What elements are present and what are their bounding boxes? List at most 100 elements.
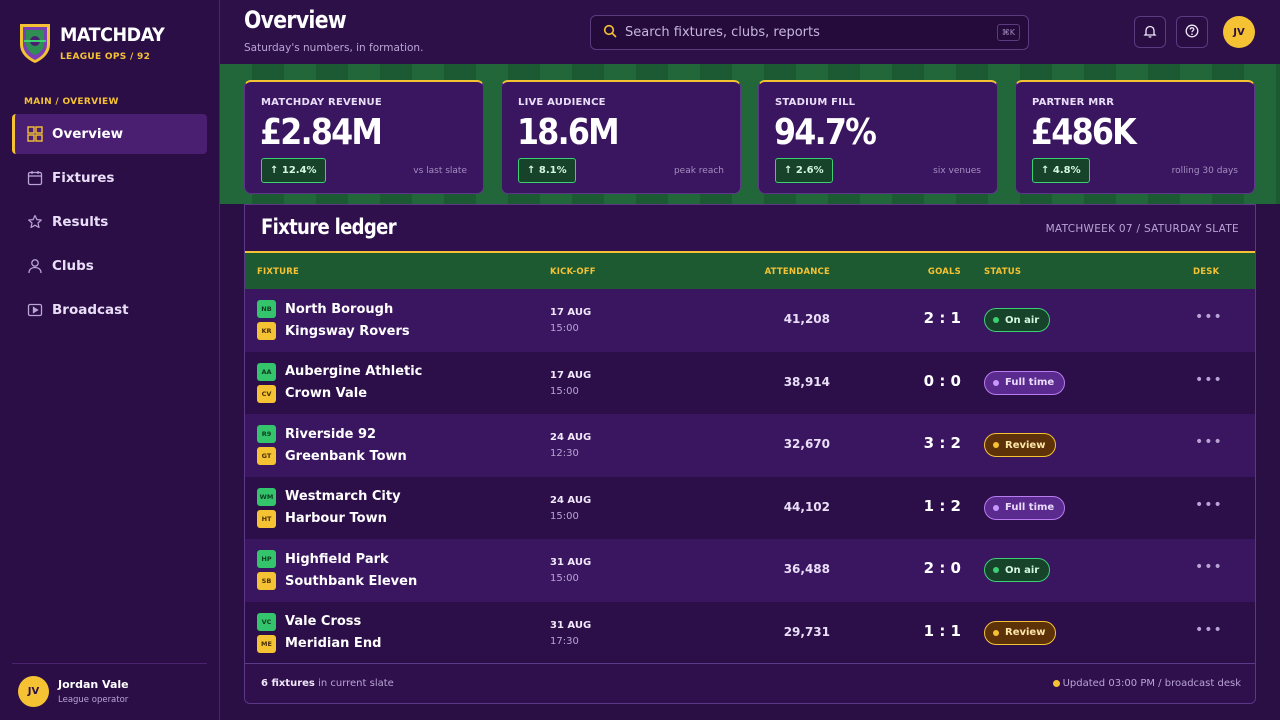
status-label: On air (1005, 564, 1040, 576)
score: 2 : 0 (923, 559, 961, 577)
sidebar-item-label: Fixtures (52, 170, 115, 186)
sidebar-item-clubs[interactable]: Clubs (12, 246, 207, 286)
kpi-delta-badge: ↑ 12.4% (261, 158, 326, 183)
more-options-icon[interactable]: ••• (1195, 434, 1223, 450)
column-header-fixture[interactable]: FIXTURE (257, 267, 299, 277)
kickoff-time: 15:00 (550, 510, 579, 522)
search-icon (603, 23, 617, 42)
page-title: Overview (244, 6, 347, 34)
kickoff-date: 31 AUG (550, 619, 592, 631)
kpi-card-stadium-fill: STADIUM FILL 94.7% ↑ 2.6% six venues (758, 80, 998, 194)
update-text: Updated 03:00 PM / broadcast desk (1062, 678, 1241, 689)
table-row[interactable]: WM Westmarch City HT Harbour Town 24 AUG 1… (245, 476, 1255, 539)
page-subtitle: Saturday's numbers, in formation. (244, 42, 424, 54)
home-team: Riverside 92 (285, 426, 377, 442)
bell-icon (1143, 23, 1157, 42)
grid-icon (26, 125, 44, 143)
kickoff-date: 17 AUG (550, 369, 592, 381)
sidebar-item-results[interactable]: Results (12, 202, 207, 242)
search-input[interactable]: Search fixtures, clubs, reports ⌘K (590, 15, 1029, 50)
sidebar-item-fixtures[interactable]: Fixtures (12, 158, 207, 198)
column-header-goals[interactable]: GOALS (928, 267, 961, 277)
ledger-meta: MATCHWEEK 07 / SATURDAY SLATE (1045, 223, 1239, 235)
nav-section-label: MAIN / OVERVIEW (24, 97, 119, 107)
status-label: On air (1005, 314, 1040, 326)
kpi-value: 94.7% (774, 112, 877, 153)
away-team: Meridian End (285, 636, 382, 651)
play-icon (26, 301, 44, 319)
away-team: Kingsway Rovers (285, 323, 410, 339)
status-dot (993, 567, 999, 573)
column-header-desk: DESK (1193, 267, 1220, 277)
attendance: 38,914 (783, 374, 830, 389)
away-team: Greenbank Town (285, 448, 407, 464)
sidebar-item-label: Broadcast (52, 302, 129, 318)
table-row[interactable]: AA Aubergine Athletic CV Crown Vale 17 AUG… (245, 351, 1255, 414)
status-dot (993, 629, 999, 636)
kickoff-date: 31 AUG (550, 557, 592, 568)
club-badge: CV (257, 384, 276, 403)
club-badge: HT (257, 509, 276, 528)
sidebar-item-label: Results (52, 214, 109, 230)
table-row[interactable]: NB North Borough KR Kingsway Rovers 17 AUG… (245, 289, 1255, 352)
status-dot (993, 504, 999, 511)
status-badge: On air (984, 308, 1051, 332)
avatar[interactable]: JV (1223, 16, 1255, 48)
column-header-attendance[interactable]: ATTENDANCE (765, 267, 830, 277)
sidebar: MATCHDAY LEAGUE OPS / 92 MAIN / OVERVIEW… (0, 0, 220, 720)
club-badge: AA (257, 362, 276, 381)
more-options-icon[interactable]: ••• (1195, 372, 1223, 388)
table-row[interactable]: HP Highfield Park SB Southbank Eleven 31 A… (245, 539, 1255, 602)
column-header-kickoff[interactable]: KICK-OFF (550, 267, 596, 277)
score: 1 : 2 (923, 496, 961, 515)
more-options-icon[interactable]: ••• (1195, 622, 1223, 638)
kpi-value: £2.84M (260, 112, 383, 153)
club-badge: R9 (257, 425, 276, 443)
kickoff-time: 15:00 (550, 573, 579, 584)
fixture-count-value: 6 fixtures (261, 678, 315, 689)
star-icon (26, 213, 44, 231)
kickoff-time: 17:30 (550, 635, 579, 647)
table-header: FIXTURE KICK-OFF ATTENDANCE GOALS STATUS… (245, 251, 1255, 289)
attendance: 44,102 (783, 499, 830, 514)
kpi-delta-badge: ↑ 8.1% (518, 158, 576, 183)
club-badge: VC (257, 612, 276, 631)
user-profile[interactable]: JV Jordan Vale League operator (18, 676, 129, 707)
away-team: Harbour Town (285, 511, 387, 526)
calendar-icon (26, 169, 44, 187)
column-header-status[interactable]: STATUS (984, 267, 1021, 277)
status-label: Review (1005, 439, 1046, 451)
table-row[interactable]: R9 Riverside 92 GT Greenbank Town 24 AUG 1… (245, 414, 1255, 477)
kpi-label: STADIUM FILL (775, 97, 856, 108)
kpi-note: peak reach (673, 166, 724, 176)
more-options-icon[interactable]: ••• (1195, 309, 1223, 325)
status-badge: Review (984, 433, 1057, 457)
kpi-note: rolling 30 days (1171, 166, 1238, 176)
score: 3 : 2 (923, 434, 961, 452)
attendance: 29,731 (783, 624, 830, 639)
help-button[interactable] (1176, 16, 1208, 48)
attendance: 41,208 (783, 312, 830, 326)
sidebar-nav: Overview Fixtures Results Clubs Broadcas… (12, 114, 207, 334)
user-icon (26, 257, 44, 275)
more-options-icon[interactable]: ••• (1195, 497, 1223, 513)
sidebar-item-broadcast[interactable]: Broadcast (12, 290, 207, 330)
notifications-button[interactable] (1134, 16, 1166, 48)
away-team: Crown Vale (285, 386, 368, 401)
kpi-note: six venues (933, 166, 981, 176)
sidebar-item-overview[interactable]: Overview (12, 114, 207, 154)
brand-subtitle: LEAGUE OPS / 92 (60, 52, 151, 62)
kickoff-date: 17 AUG (550, 307, 592, 318)
kpi-label: PARTNER MRR (1032, 97, 1115, 108)
search-placeholder: Search fixtures, clubs, reports (625, 25, 820, 40)
club-badge: NB (257, 300, 276, 318)
sidebar-item-label: Overview (52, 126, 124, 142)
kickoff-time: 12:30 (550, 448, 579, 459)
brand[interactable]: MATCHDAY LEAGUE OPS / 92 (18, 22, 173, 64)
kickoff-time: 15:00 (550, 385, 579, 397)
divider (12, 663, 207, 664)
table-row[interactable]: VC Vale Cross ME Meridian End 31 AUG 17:30… (245, 601, 1255, 664)
more-options-icon[interactable]: ••• (1195, 559, 1223, 575)
club-badge: GT (257, 447, 276, 465)
fixture-count: 6 fixtures in current slate (261, 678, 394, 689)
